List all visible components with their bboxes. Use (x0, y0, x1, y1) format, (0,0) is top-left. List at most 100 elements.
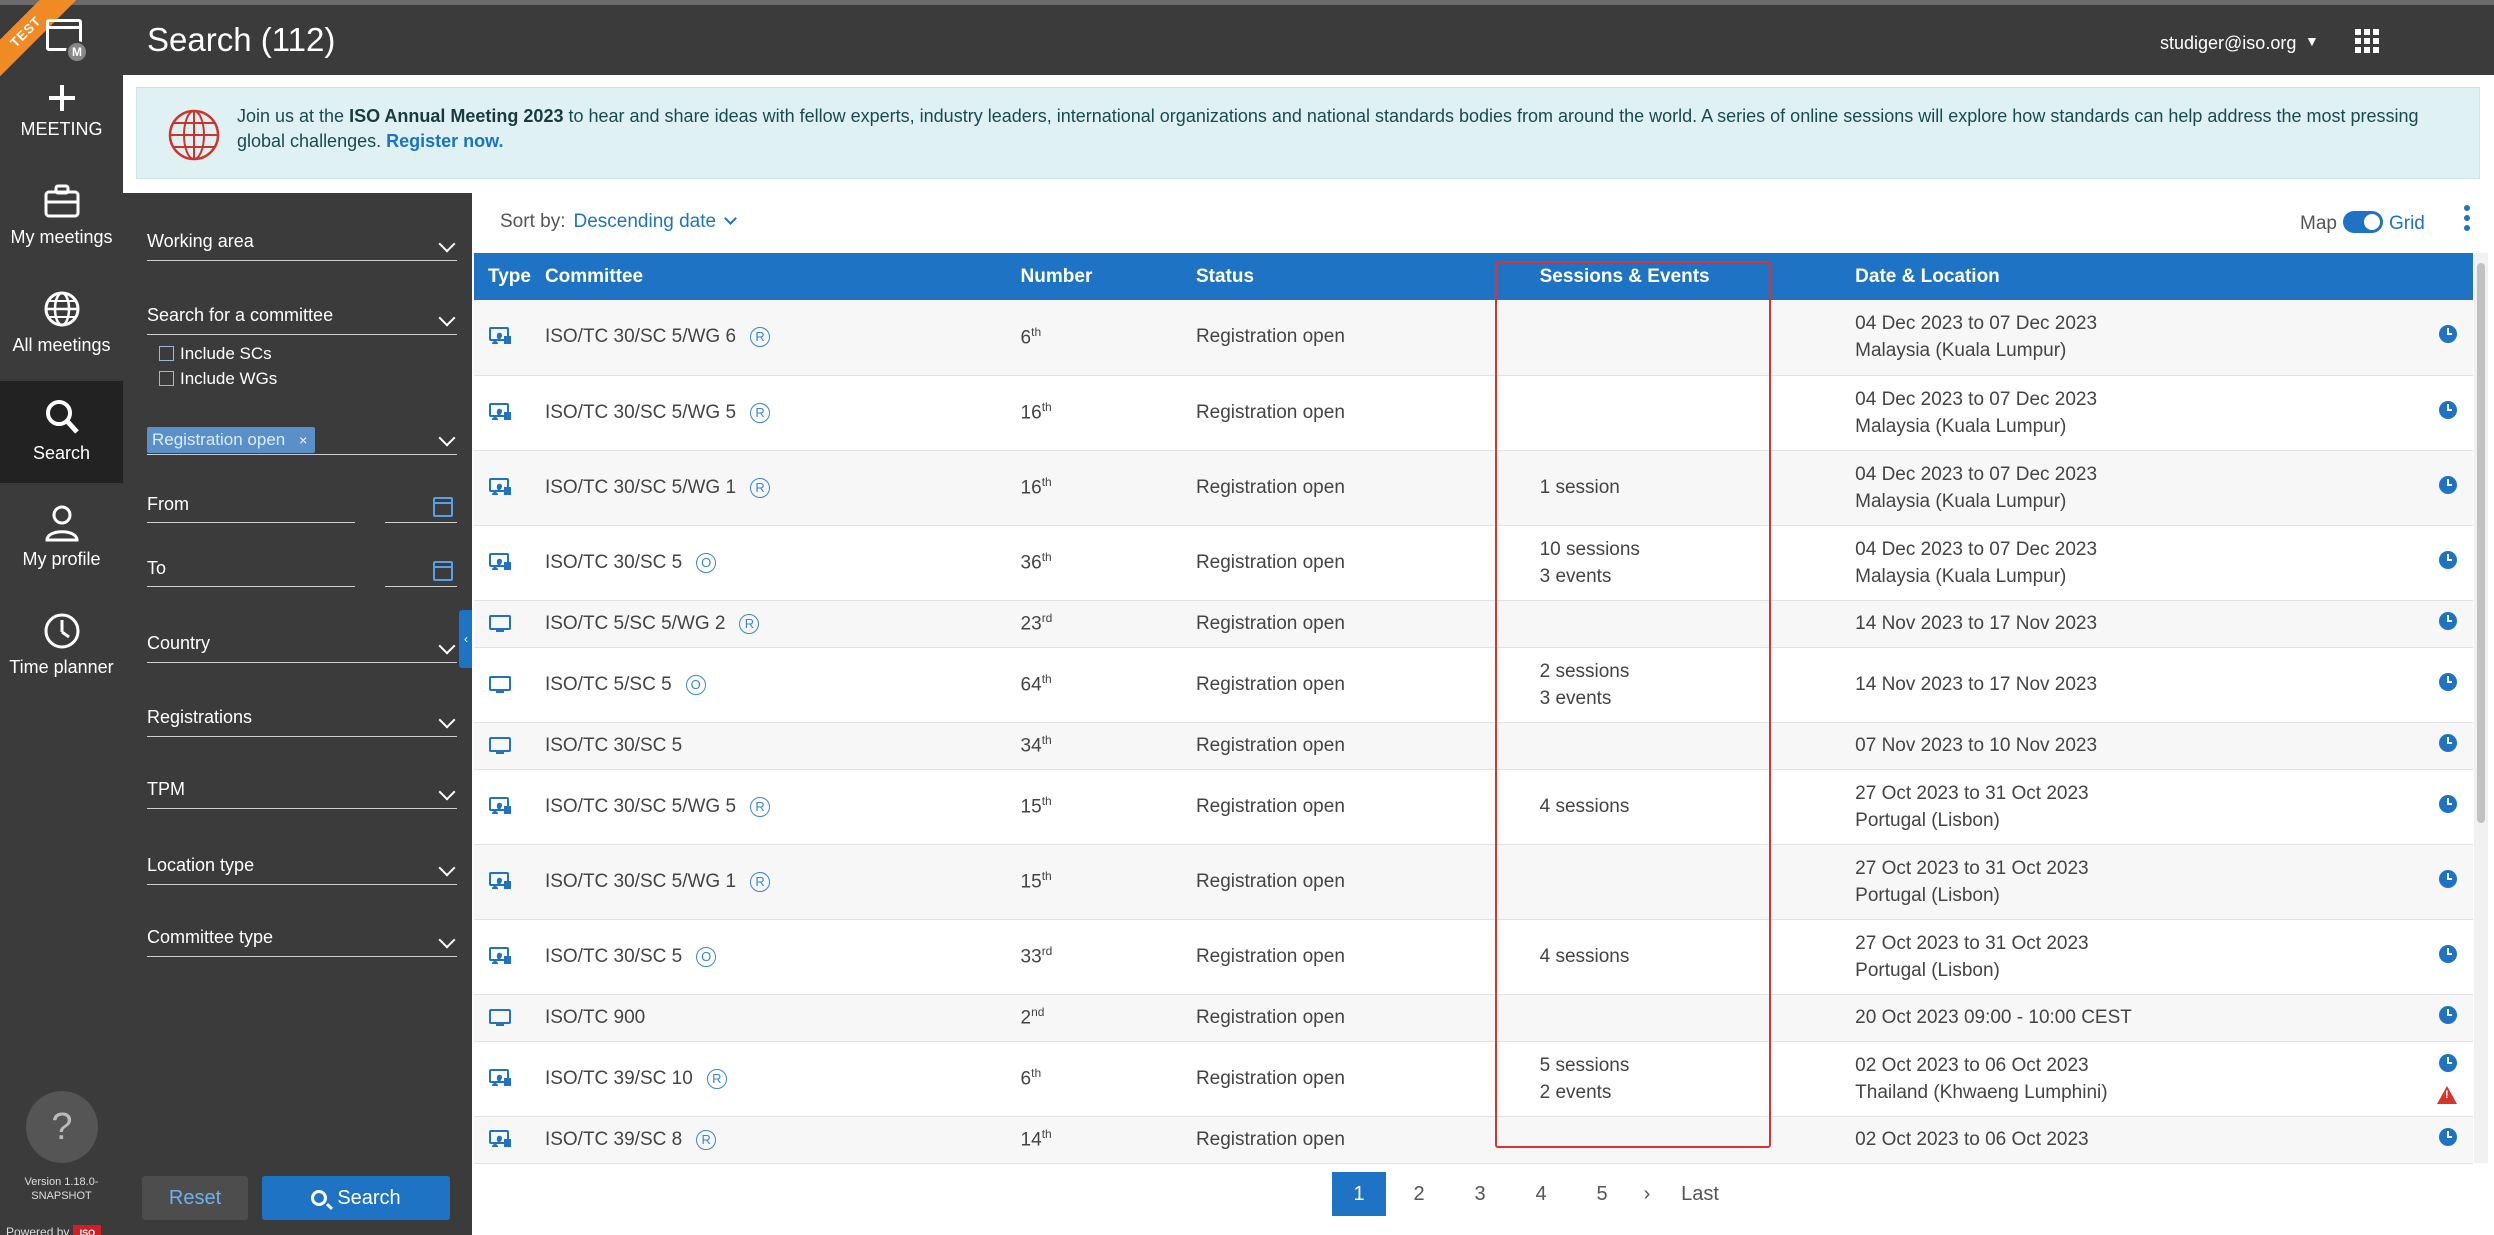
time-planner-clock-icon[interactable] (2439, 475, 2457, 494)
country-select[interactable]: Country (147, 623, 457, 663)
time-planner-clock-icon[interactable] (2439, 733, 2457, 752)
committee-type-select[interactable]: Committee type (147, 917, 457, 957)
table-row[interactable]: ISO/TC 5/SC 5 O 64th Registration open 2 ses… (474, 647, 2473, 723)
scrollbar-thumb[interactable] (2477, 263, 2485, 823)
time-planner-clock-icon[interactable] (2439, 325, 2457, 344)
table-row[interactable]: ISO/TC 30/SC 5/WG 6 R 6th Registration open… (474, 300, 2473, 376)
time-planner-clock-icon[interactable] (2439, 1053, 2457, 1072)
committee-name[interactable]: ISO/TC 30/SC 5 (545, 946, 682, 967)
committee-name[interactable]: ISO/TC 30/SC 5 (545, 735, 682, 756)
table-row[interactable]: ISO/TC 5/SC 5/WG 2 R 23rd Registration open… (474, 600, 2473, 648)
header-type[interactable]: Type (474, 253, 531, 300)
committee-name[interactable]: ISO/TC 30/SC 5/WG 6 (545, 326, 736, 347)
nav-search[interactable]: Search (0, 381, 123, 483)
page-2-button[interactable]: 2 (1392, 1172, 1446, 1216)
tpm-select[interactable]: TPM (147, 769, 457, 809)
committee-name[interactable]: ISO/TC 900 (545, 1007, 645, 1028)
to-date-field[interactable]: To (147, 547, 457, 587)
table-row[interactable]: ISO/TC 900 2nd Registration open 20 Oct 202… (474, 994, 2473, 1042)
time-planner-clock-icon[interactable] (2439, 672, 2457, 691)
committee-cell[interactable]: ISO/TC 900 (530, 994, 1007, 1042)
committee-name[interactable]: ISO/TC 39/SC 8 (545, 1129, 682, 1150)
committee-cell[interactable]: ISO/TC 30/SC 5 (530, 722, 1007, 770)
committee-name[interactable]: ISO/TC 30/SC 5/WG 1 (545, 871, 736, 892)
committee-cell[interactable]: ISO/TC 30/SC 5/WG 1 R (530, 844, 1007, 920)
committee-name[interactable]: ISO/TC 30/SC 5/WG 5 (545, 796, 736, 817)
committee-name[interactable]: ISO/TC 39/SC 10 (545, 1068, 693, 1089)
time-planner-clock-icon[interactable] (2439, 794, 2457, 813)
committee-name[interactable]: ISO/TC 5/SC 5/WG 2 (545, 613, 726, 634)
results-scrollbar[interactable] (2474, 253, 2488, 1163)
page-1-button[interactable]: 1 (1332, 1172, 1386, 1216)
last-page-button[interactable]: Last (1670, 1172, 1730, 1216)
time-planner-clock-icon[interactable] (2439, 869, 2457, 888)
nav-my-meetings[interactable]: My meetings (0, 181, 123, 253)
user-menu[interactable]: studiger@iso.org (2160, 33, 2296, 54)
working-area-select[interactable]: Working area (147, 221, 457, 261)
page-4-button[interactable]: 4 (1514, 1172, 1568, 1216)
grid-view-label[interactable]: Grid (2389, 213, 2425, 234)
committee-cell[interactable]: ISO/TC 39/SC 8 R (530, 1116, 1007, 1164)
table-row[interactable]: ISO/TC 30/SC 5/WG 5 R 15th Registration ope… (474, 769, 2473, 845)
table-row[interactable]: ISO/TC 39/SC 10 R 6th Registration open 5 se… (474, 1041, 2473, 1117)
table-row[interactable]: ISO/TC 30/SC 5/WG 5 R 16th Registration ope… (474, 375, 2473, 451)
from-date-field[interactable]: From (147, 483, 457, 523)
committee-name[interactable]: ISO/TC 30/SC 5 (545, 552, 682, 573)
committee-cell[interactable]: ISO/TC 30/SC 5/WG 1 R (530, 450, 1007, 526)
include-scs-checkbox[interactable]: Include SCs (159, 344, 272, 364)
table-row[interactable]: ISO/TC 30/SC 5 34th Registration open 07 No… (474, 722, 2473, 770)
time-planner-clock-icon[interactable] (2439, 944, 2457, 963)
include-wgs-checkbox[interactable]: Include WGs (159, 369, 277, 389)
next-page-icon[interactable]: › (1632, 1172, 1662, 1216)
apps-grid-icon[interactable] (2355, 29, 2379, 53)
time-planner-clock-icon[interactable] (2439, 550, 2457, 569)
nav-my-profile[interactable]: My profile (0, 503, 123, 579)
committee-cell[interactable]: ISO/TC 5/SC 5/WG 2 R (530, 600, 1007, 648)
table-row[interactable]: ISO/TC 30/SC 5 O 33rd Registration open 4 se… (474, 919, 2473, 995)
time-planner-clock-icon[interactable] (2439, 1127, 2457, 1146)
committee-name[interactable]: ISO/TC 5/SC 5 (545, 674, 672, 695)
table-row[interactable]: ISO/TC 30/SC 5 O 36th Registration open 10 s… (474, 525, 2473, 601)
checkbox-box[interactable] (159, 371, 174, 386)
app-logo-icon[interactable]: M (44, 15, 88, 63)
collapse-panel-handle[interactable]: ‹ (459, 610, 473, 668)
table-row[interactable]: ISO/TC 39/SC 8 R 14th Registration open 02 O… (474, 1116, 2473, 1164)
committee-search-select[interactable]: Search for a committee (147, 295, 457, 335)
nav-time-planner[interactable]: Time planner (0, 611, 123, 687)
map-view-label[interactable]: Map (2300, 213, 2337, 234)
nav-all-meetings[interactable]: All meetings (0, 289, 123, 361)
warning-icon[interactable] (2437, 1085, 2457, 1104)
header-status[interactable]: Status (1182, 253, 1504, 300)
chevron-down-icon[interactable] (724, 212, 737, 225)
table-row[interactable]: ISO/TC 30/SC 5/WG 1 R 15th Registration ope… (474, 844, 2473, 920)
checkbox-box[interactable] (159, 346, 174, 361)
reset-button[interactable]: Reset (142, 1176, 248, 1220)
view-switch[interactable] (2342, 211, 2383, 233)
calendar-icon[interactable] (433, 497, 453, 517)
time-planner-clock-icon[interactable] (2439, 400, 2457, 419)
page-5-button[interactable]: 5 (1575, 1172, 1629, 1216)
committee-name[interactable]: ISO/TC 30/SC 5/WG 1 (545, 477, 736, 498)
register-now-link[interactable]: Register now. (386, 131, 503, 151)
committee-cell[interactable]: ISO/TC 39/SC 10 R (530, 1041, 1007, 1117)
location-type-select[interactable]: Location type (147, 845, 457, 885)
search-button[interactable]: Search (262, 1176, 450, 1220)
caret-down-icon[interactable]: ▼ (2305, 33, 2319, 49)
sort-control[interactable]: Sort by: Descending date (500, 211, 737, 233)
more-options-icon[interactable] (2464, 205, 2470, 235)
page-3-button[interactable]: 3 (1453, 1172, 1507, 1216)
header-committee[interactable]: Committee (531, 253, 1007, 300)
header-date-location[interactable]: Date & Location (1841, 253, 2409, 300)
time-planner-clock-icon[interactable] (2439, 1005, 2457, 1024)
status-select[interactable] (147, 415, 457, 455)
header-sessions-events[interactable]: Sessions & Events (1504, 253, 1842, 300)
committee-cell[interactable]: ISO/TC 30/SC 5/WG 5 R (530, 375, 1007, 451)
committee-cell[interactable]: ISO/TC 5/SC 5 O (530, 647, 1007, 723)
committee-name[interactable]: ISO/TC 30/SC 5/WG 5 (545, 402, 736, 423)
view-toggle[interactable]: Map Grid (2300, 211, 2425, 235)
calendar-icon[interactable] (433, 561, 453, 581)
committee-cell[interactable]: ISO/TC 30/SC 5/WG 5 R (530, 769, 1007, 845)
committee-cell[interactable]: ISO/TC 30/SC 5 O (530, 919, 1007, 995)
committee-cell[interactable]: ISO/TC 30/SC 5/WG 6 R (530, 300, 1007, 376)
help-button[interactable]: ? (26, 1091, 98, 1163)
